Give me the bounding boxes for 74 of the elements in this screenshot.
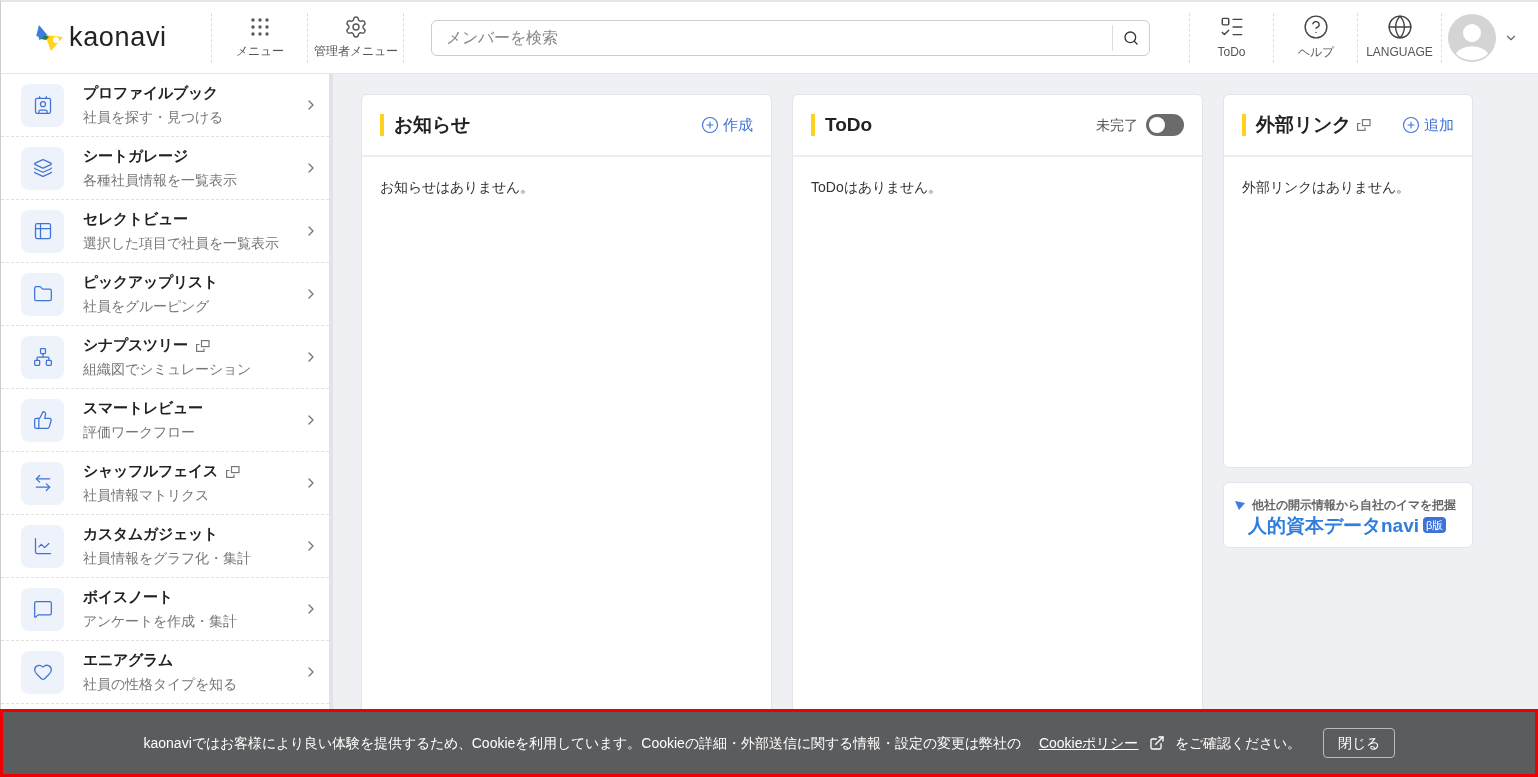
sidebar-item[interactable]: プロファイルブック 社員を探す・見つける bbox=[1, 74, 329, 137]
logo-mark-icon bbox=[1234, 498, 1246, 511]
table-icon bbox=[32, 221, 53, 241]
item-title: シートガレージ bbox=[83, 146, 188, 167]
sidebar-item[interactable]: エニアグラム 社員の性格タイプを知る bbox=[1, 641, 329, 704]
item-subtitle: 各種社員情報を一覧表示 bbox=[83, 170, 238, 190]
item-subtitle: アンケートを作成・集計 bbox=[83, 611, 238, 631]
plus-circle-icon bbox=[1402, 116, 1420, 134]
banner-tagline: 他社の開示情報から自社のイマを把握 bbox=[1252, 496, 1456, 514]
sidebar-item[interactable]: シャッフルフェイス 社員情報マトリクス bbox=[1, 452, 329, 515]
toolbar-button[interactable]: ToDo bbox=[1189, 12, 1273, 63]
globe-icon bbox=[1386, 14, 1413, 40]
panel-title: 外部リンク bbox=[1256, 112, 1351, 137]
avatar-icon bbox=[1448, 13, 1496, 62]
layers-icon bbox=[32, 158, 53, 178]
promo-banner[interactable]: 他社の開示情報から自社のイマを把握 人的資本データnavi β版 bbox=[1223, 482, 1473, 548]
sidebar-item[interactable]: シナプスツリー 組織図でシミュレーション bbox=[1, 326, 329, 389]
add-link[interactable]: 追加 bbox=[1402, 113, 1454, 137]
menu-button[interactable]: 管理者メニュー bbox=[307, 12, 403, 63]
item-title: シナプスツリー bbox=[83, 335, 188, 356]
item-subtitle: 選択した項目で社員を一覧表示 bbox=[83, 233, 280, 253]
item-title: エニアグラム bbox=[83, 650, 173, 671]
panel-title: お知らせ bbox=[394, 112, 470, 137]
sidebar-item[interactable]: ボイスノート アンケートを作成・集計 bbox=[1, 578, 329, 641]
close-button[interactable]: 閉じる bbox=[1322, 728, 1395, 758]
empty-message: ToDoはありません。 bbox=[810, 178, 943, 197]
item-title: スマートレビュー bbox=[83, 398, 203, 419]
banner-title: 人的資本データnavi bbox=[1248, 515, 1420, 535]
help-icon bbox=[1302, 14, 1329, 40]
settings-icon bbox=[343, 15, 368, 39]
cookie-notice-end: をご確認ください。 bbox=[1174, 733, 1301, 753]
sidebar-item[interactable]: セレクトビュー 選択した項目で社員を一覧表示 bbox=[1, 200, 329, 263]
search-input[interactable]: メンバーを検索 bbox=[446, 25, 1112, 50]
toggle-switch[interactable] bbox=[1146, 114, 1184, 136]
tree-diagram-icon bbox=[32, 347, 53, 367]
heart-icon bbox=[32, 662, 53, 682]
item-subtitle: 社員をグルーピング bbox=[83, 296, 210, 316]
sidebar-item[interactable]: カスタムガジェット 社員情報をグラフ化・集計 bbox=[1, 515, 329, 578]
search-field[interactable]: メンバーを検索 bbox=[431, 19, 1150, 56]
search-icon[interactable] bbox=[1123, 29, 1139, 46]
beta-badge: β版 bbox=[1423, 516, 1447, 534]
logo-text: kaonavi bbox=[69, 24, 167, 51]
toolbar-button[interactable]: LANGUAGE bbox=[1357, 12, 1441, 63]
empty-message: お知らせはありません。 bbox=[379, 178, 535, 197]
item-title: プロファイルブック bbox=[83, 83, 218, 104]
item-title: ボイスノート bbox=[83, 587, 173, 608]
profile-card-icon bbox=[32, 95, 53, 115]
item-subtitle: 社員情報をグラフ化・集計 bbox=[83, 548, 252, 568]
speech-bubble-icon bbox=[32, 599, 53, 619]
menu-button[interactable]: メニュー bbox=[211, 12, 307, 63]
folder-icon bbox=[32, 284, 53, 304]
plus-circle-icon bbox=[701, 116, 719, 134]
empty-message: 外部リンクはありません。 bbox=[1241, 178, 1411, 197]
item-title: シャッフルフェイス bbox=[83, 461, 218, 482]
toolbar-button[interactable]: ヘルプ bbox=[1273, 12, 1357, 63]
item-subtitle: 組織図でシミュレーション bbox=[83, 359, 252, 379]
external-link-icon bbox=[1148, 735, 1165, 751]
chart-icon bbox=[32, 536, 53, 556]
toggle-label: 未完了 bbox=[1096, 115, 1138, 135]
item-subtitle: 社員情報マトリクス bbox=[83, 485, 210, 505]
item-title: セレクトビュー bbox=[83, 209, 188, 230]
add-link[interactable]: 作成 bbox=[701, 113, 753, 137]
thumbs-up-icon bbox=[32, 410, 53, 430]
cookie-notice: kaonaviではお客様により良い体験を提供するため、Cookieを利用しています。Cookieの詳細・外部送信に関する情報・設定の変更は弊社の bbox=[143, 733, 1021, 753]
sidebar-item[interactable]: スマートレビュー 評価ワークフロー bbox=[1, 389, 329, 452]
panel-title: ToDo bbox=[825, 112, 873, 137]
item-subtitle: 社員の性格タイプを知る bbox=[83, 674, 238, 694]
sidebar-item[interactable]: ピックアップリスト 社員をグルーピング bbox=[1, 263, 329, 326]
item-title: カスタムガジェット bbox=[83, 524, 218, 545]
sidebar-item[interactable]: シートガレージ 各種社員情報を一覧表示 bbox=[1, 137, 329, 200]
item-title: ピックアップリスト bbox=[83, 272, 218, 293]
cookie-policy-link[interactable]: Cookieポリシー bbox=[1038, 732, 1139, 754]
item-subtitle: 評価ワークフロー bbox=[83, 422, 196, 442]
item-subtitle: 社員を探す・見つける bbox=[83, 107, 224, 127]
